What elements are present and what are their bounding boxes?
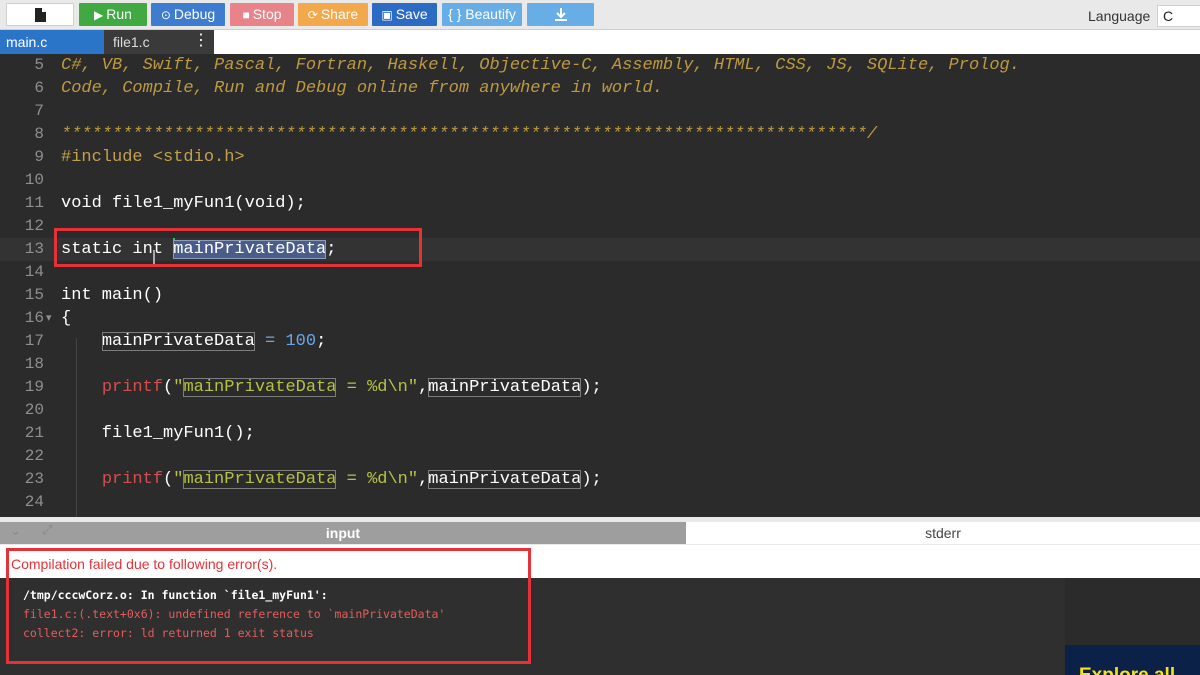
beautify-button[interactable]: { } Beautify [442, 3, 522, 26]
code-line[interactable]: 8 **************************************… [0, 123, 1200, 146]
code-line[interactable]: 17 mainPrivateData = 100; [0, 330, 1200, 353]
expand-icon[interactable]: ⤢ [42, 522, 52, 538]
line-number: 9 [34, 148, 44, 166]
line-number: 18 [24, 355, 44, 373]
line-number: 15 [24, 286, 44, 304]
code-text: mainPrivateData = 100; [101, 332, 327, 351]
code-line[interactable]: 19 printf("mainPrivateData = %d\n",mainP… [0, 376, 1200, 399]
line-number: 22 [24, 447, 44, 465]
tab-input-label: input [325, 525, 361, 541]
output-header: input stderr ⌄ ⤢ [0, 517, 1200, 545]
code-line[interactable]: 6 Code, Compile, Run and Debug online fr… [0, 77, 1200, 100]
tab-menu-icon[interactable]: ⋮ [193, 30, 209, 54]
code-text: printf("mainPrivateData = %d\n",mainPriv… [101, 378, 602, 397]
debug-label: Debug [173, 6, 216, 22]
code-text: #include <stdio.h> [61, 148, 245, 167]
beautify-label: { } Beautify [448, 6, 516, 22]
download-button[interactable] [527, 3, 594, 26]
code-text: Code, Compile, Run and Debug online from… [61, 79, 663, 98]
code-line[interactable]: 16 ▾ { [0, 307, 1200, 330]
code-line[interactable]: 9 #include <stdio.h> [0, 146, 1200, 169]
line-number: 21 [24, 424, 44, 442]
share-label: Share [320, 6, 359, 22]
language-label: Language [1088, 8, 1151, 24]
play-icon: ▶ [94, 8, 104, 22]
line-number: 14 [24, 263, 44, 281]
line-number: 6 [34, 79, 44, 97]
file-tab-bar: main.c file1.c ⋮ [0, 30, 1200, 54]
code-line[interactable]: 20 [0, 399, 1200, 422]
stop-button[interactable]: ■ Stop [230, 3, 294, 26]
code-line[interactable]: 23 printf("mainPrivateData = %d\n",mainP… [0, 468, 1200, 491]
code-line[interactable]: 5 C#, VB, Swift, Pascal, Fortran, Haskel… [0, 54, 1200, 77]
code-line[interactable]: 11 void file1_myFun1(void); [0, 192, 1200, 215]
code-line[interactable]: 15 int main() [0, 284, 1200, 307]
promo-text: Explore all [1079, 665, 1175, 675]
line-number: 11 [24, 194, 44, 212]
code-text: file1_myFun1(); [61, 424, 255, 443]
code-line[interactable]: 18 [0, 353, 1200, 376]
share-button[interactable]: ⟳ Share [298, 3, 368, 26]
download-icon [554, 8, 567, 21]
code-line[interactable]: 21 file1_myFun1(); [0, 422, 1200, 445]
line-number: 10 [24, 171, 44, 189]
run-button[interactable]: ▶ Run [79, 3, 147, 26]
stop-icon: ■ [242, 8, 250, 22]
line-number: 20 [24, 401, 44, 419]
code-line[interactable]: 10 [0, 169, 1200, 192]
file-icon [35, 8, 46, 22]
code-line[interactable]: 7 [0, 100, 1200, 123]
save-button[interactable]: ▣ Save [372, 3, 437, 26]
language-select[interactable]: C [1157, 5, 1200, 27]
tab-input[interactable]: input [0, 522, 686, 544]
code-text: printf("mainPrivateData = %d\n",mainPriv… [101, 470, 602, 489]
save-icon: ▣ [381, 8, 393, 22]
code-editor[interactable]: 5 C#, VB, Swift, Pascal, Fortran, Haskel… [0, 54, 1200, 517]
line-number: 8 [34, 125, 44, 143]
tab-main-c[interactable]: main.c [0, 30, 104, 54]
code-line[interactable]: 22 [0, 445, 1200, 468]
code-text: void file1_myFun1(void); [61, 194, 306, 213]
debug-icon: ⊙ [160, 8, 171, 22]
code-text: int main() [61, 286, 164, 305]
promo-banner[interactable]: Explore all [1065, 645, 1200, 675]
output-panel: Compilation failed due to following erro… [0, 545, 1200, 675]
code-text: ****************************************… [61, 125, 878, 144]
line-number: 7 [34, 102, 44, 120]
line-number: 12 [24, 217, 44, 235]
debug-button[interactable]: ⊙ Debug [151, 3, 225, 26]
code-text: C#, VB, Swift, Pascal, Fortran, Haskell,… [61, 56, 1020, 75]
error-annotation-box [6, 548, 531, 664]
line-number: 16 [24, 309, 44, 327]
highlight-annotation-box [54, 228, 422, 267]
code-text: { [61, 309, 72, 328]
line-number: 19 [24, 378, 44, 396]
text-cursor-icon [153, 250, 155, 264]
new-file-button[interactable] [6, 3, 74, 26]
fold-arrow-icon[interactable]: ▾ [46, 307, 52, 330]
line-number: 13 [24, 240, 44, 258]
stop-label: Stop [252, 6, 282, 22]
save-label: Save [395, 6, 428, 22]
line-number: 17 [24, 332, 44, 350]
tab-stderr[interactable]: stderr [686, 522, 1200, 544]
line-number: 5 [34, 56, 44, 74]
collapse-icon[interactable]: ⌄ [10, 523, 21, 539]
code-line[interactable]: 24 [0, 491, 1200, 514]
line-number: 24 [24, 493, 44, 511]
run-label: Run [106, 6, 132, 22]
toolbar: ▶ Run ⊙ Debug ■ Stop ⟳ Share ▣ Save { } Beaut… [0, 0, 1200, 30]
share-icon: ⟳ [307, 8, 318, 22]
line-number: 23 [24, 470, 44, 488]
